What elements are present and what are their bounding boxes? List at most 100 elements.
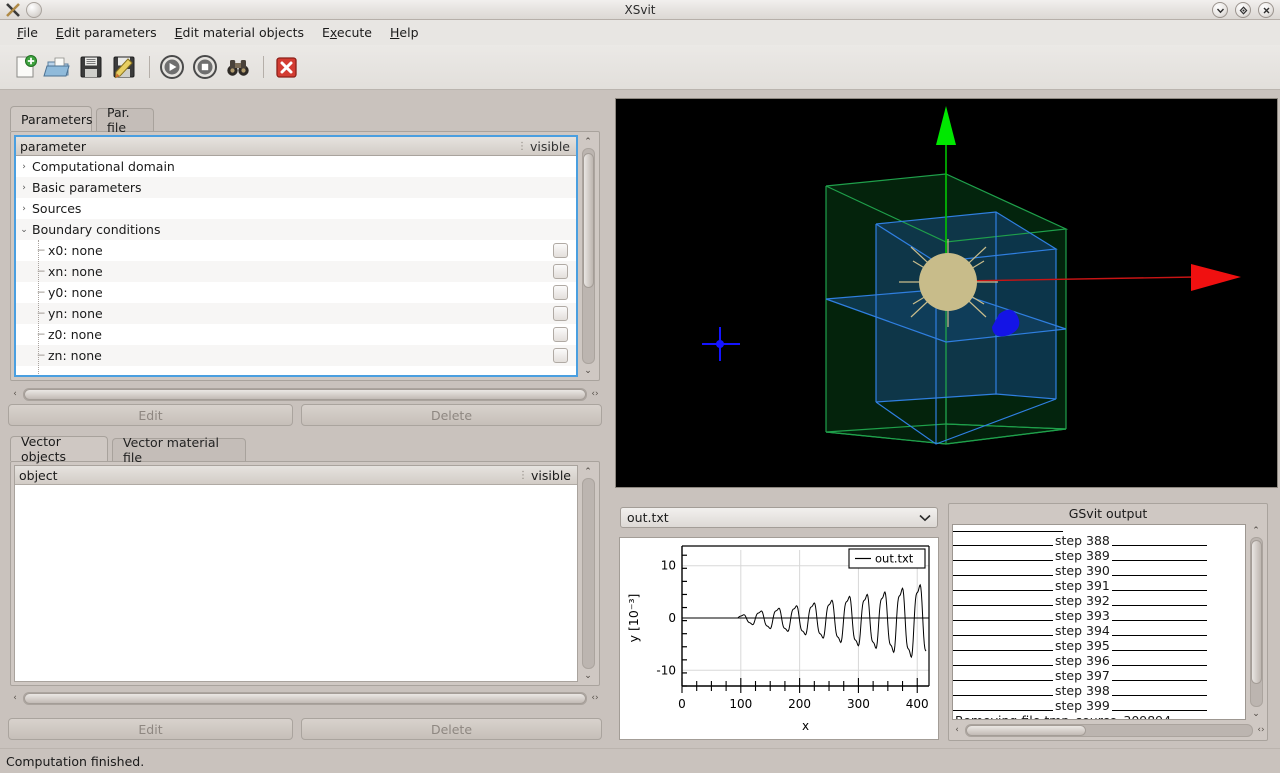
- tree-row[interactable]: ─xn: none: [16, 261, 576, 282]
- run-play-icon[interactable]: [157, 52, 187, 82]
- objects-hscroll-left-icon[interactable]: ‹: [10, 693, 20, 703]
- scroll-up-icon[interactable]: ⌃: [581, 135, 595, 148]
- gsvit-hscroll-right-icon[interactable]: ‹›: [1256, 725, 1266, 735]
- menubar: File Edit parameters Edit material objec…: [0, 20, 1280, 45]
- gsvit-output-text[interactable]: step 388step 389step 390step 391step 392…: [952, 524, 1246, 720]
- save-as-edit-icon[interactable]: [109, 52, 139, 82]
- objects-scroll-down-icon[interactable]: ⌄: [581, 669, 595, 682]
- close-red-x-icon[interactable]: [271, 52, 301, 82]
- close-icon[interactable]: [1258, 2, 1274, 18]
- objects-delete-label: Delete: [431, 722, 472, 737]
- gsvit-vscroll-thumb[interactable]: [1251, 540, 1262, 684]
- tab-parameters[interactable]: Parameters: [10, 106, 92, 131]
- objects-vscrollbar[interactable]: ⌃ ⌄: [580, 465, 596, 682]
- visible-checkbox[interactable]: [553, 264, 568, 279]
- tree-row[interactable]: ─x0: none: [16, 240, 576, 261]
- vscroll-thumb[interactable]: [583, 153, 594, 288]
- menu-edit-parameters[interactable]: Edit parameters: [47, 22, 166, 43]
- stop-icon[interactable]: [190, 52, 220, 82]
- tree-row[interactable]: ─yn: none: [16, 303, 576, 324]
- gsvit-vscroll-trough[interactable]: [1250, 537, 1263, 707]
- parameters-tree-hscrollbar[interactable]: ‹ ‹›: [10, 385, 600, 403]
- tree-row[interactable]: ›Sources: [16, 198, 576, 219]
- chart-xtick-label: 200: [788, 697, 811, 711]
- gsvit-scroll-up-icon[interactable]: ⌃: [1249, 524, 1263, 537]
- binoculars-icon[interactable]: [223, 52, 253, 82]
- gsvit-vscrollbar[interactable]: ⌃ ⌄: [1248, 524, 1264, 720]
- visible-checkbox[interactable]: [553, 327, 568, 342]
- minimize-icon[interactable]: [1212, 2, 1228, 18]
- tree-row[interactable]: ─y0: none: [16, 282, 576, 303]
- tree-row[interactable]: ›Computational domain: [16, 156, 576, 177]
- objects-delete-button[interactable]: Delete: [301, 718, 602, 740]
- tree-guide-line: [38, 240, 40, 377]
- gsvit-step-line: step 396: [953, 653, 1245, 668]
- tree-row[interactable]: ─zn: none: [16, 345, 576, 366]
- visible-checkbox[interactable]: [553, 285, 568, 300]
- menu-file[interactable]: File: [8, 22, 47, 43]
- new-file-icon[interactable]: [10, 52, 40, 82]
- hscroll-left-icon[interactable]: ‹: [10, 389, 20, 399]
- gsvit-rule-left: [953, 611, 1053, 621]
- tree-expander-icon[interactable]: ›: [16, 162, 32, 172]
- objects-hscroll-right-icon[interactable]: ‹›: [590, 693, 600, 703]
- open-folder-icon[interactable]: [43, 52, 73, 82]
- tree-row-label: xn: none: [48, 264, 553, 279]
- tab-par-file[interactable]: Par. file: [96, 108, 154, 131]
- statusbar: Computation finished.: [0, 748, 1280, 773]
- objects-hscroll-thumb[interactable]: [24, 693, 586, 704]
- menu-edit-material-objects[interactable]: Edit material objects: [166, 22, 313, 43]
- maximize-icon[interactable]: [1235, 2, 1251, 18]
- hscroll-trough[interactable]: [23, 388, 587, 401]
- parameters-edit-button[interactable]: Edit: [8, 404, 293, 426]
- tree-expander-icon[interactable]: ›: [16, 183, 32, 193]
- output-file-select[interactable]: out.txt: [620, 507, 938, 528]
- hscroll-right-icon[interactable]: ‹›: [590, 389, 600, 399]
- gsvit-hscrollbar[interactable]: ‹ ‹›: [952, 721, 1266, 739]
- window-title: XSvit: [0, 0, 1280, 20]
- tab-vector-objects[interactable]: Vector objects: [10, 436, 108, 461]
- gsvit-step-line: step 393: [953, 608, 1245, 623]
- tab-vector-material-file[interactable]: Vector material file: [112, 438, 246, 461]
- gsvit-scroll-down-icon[interactable]: ⌄: [1249, 707, 1263, 720]
- hscroll-thumb[interactable]: [24, 389, 586, 400]
- objects-column-divider: ⋮: [515, 470, 531, 481]
- menu-execute[interactable]: Execute: [313, 22, 381, 43]
- objects-list[interactable]: object ⋮ visible: [14, 465, 578, 682]
- save-floppy-icon[interactable]: [76, 52, 106, 82]
- tree-row[interactable]: ─z0: none: [16, 324, 576, 345]
- gsvit-step-line: step 389: [953, 548, 1245, 563]
- tree-row[interactable]: ›Basic parameters: [16, 177, 576, 198]
- visible-checkbox[interactable]: [553, 348, 568, 363]
- tree-row-label: x0: none: [48, 243, 553, 258]
- gsvit-hscroll-left-icon[interactable]: ‹: [952, 725, 962, 735]
- vscroll-trough[interactable]: [582, 148, 595, 364]
- gsvit-rule-left: [953, 536, 1053, 546]
- parameters-tree-vscrollbar[interactable]: ⌃ ⌄: [580, 135, 596, 377]
- gsvit-step-label: step 393: [1053, 608, 1112, 623]
- objects-edit-button[interactable]: Edit: [8, 718, 293, 740]
- objects-vscroll-trough[interactable]: [582, 478, 595, 669]
- tab-par-file-label: Par. file: [107, 105, 143, 135]
- gsvit-hscroll-thumb[interactable]: [966, 725, 1086, 736]
- menu-help[interactable]: Help: [381, 22, 428, 43]
- objects-hscroll-trough[interactable]: [23, 692, 587, 705]
- tree-expander-icon[interactable]: ›: [16, 204, 32, 214]
- tree-branch-icon: ─: [34, 307, 48, 320]
- visible-checkbox[interactable]: [553, 243, 568, 258]
- tree-expander-icon[interactable]: ⌄: [16, 225, 32, 235]
- parameters-delete-button[interactable]: Delete: [301, 404, 602, 426]
- scroll-down-icon[interactable]: ⌄: [581, 364, 595, 377]
- visible-checkbox[interactable]: [553, 306, 568, 321]
- objects-list-header: object ⋮ visible: [15, 466, 577, 485]
- tree-row[interactable]: ⌄Boundary conditions: [16, 219, 576, 240]
- 3d-scene-viewport[interactable]: [615, 98, 1278, 488]
- objects-hscrollbar[interactable]: ‹ ‹›: [10, 689, 600, 707]
- chevron-down-icon[interactable]: [919, 514, 931, 522]
- gsvit-rule-right: [1112, 566, 1207, 576]
- parameters-tree[interactable]: parameter ⋮ visible ›Computational domai…: [14, 135, 578, 377]
- output-chart[interactable]: -100100100200300400xy [10⁻³]out.txt: [619, 537, 939, 740]
- gsvit-hscroll-trough[interactable]: [965, 724, 1253, 737]
- objects-scroll-up-icon[interactable]: ⌃: [581, 465, 595, 478]
- tree-row-label: Computational domain: [32, 159, 553, 174]
